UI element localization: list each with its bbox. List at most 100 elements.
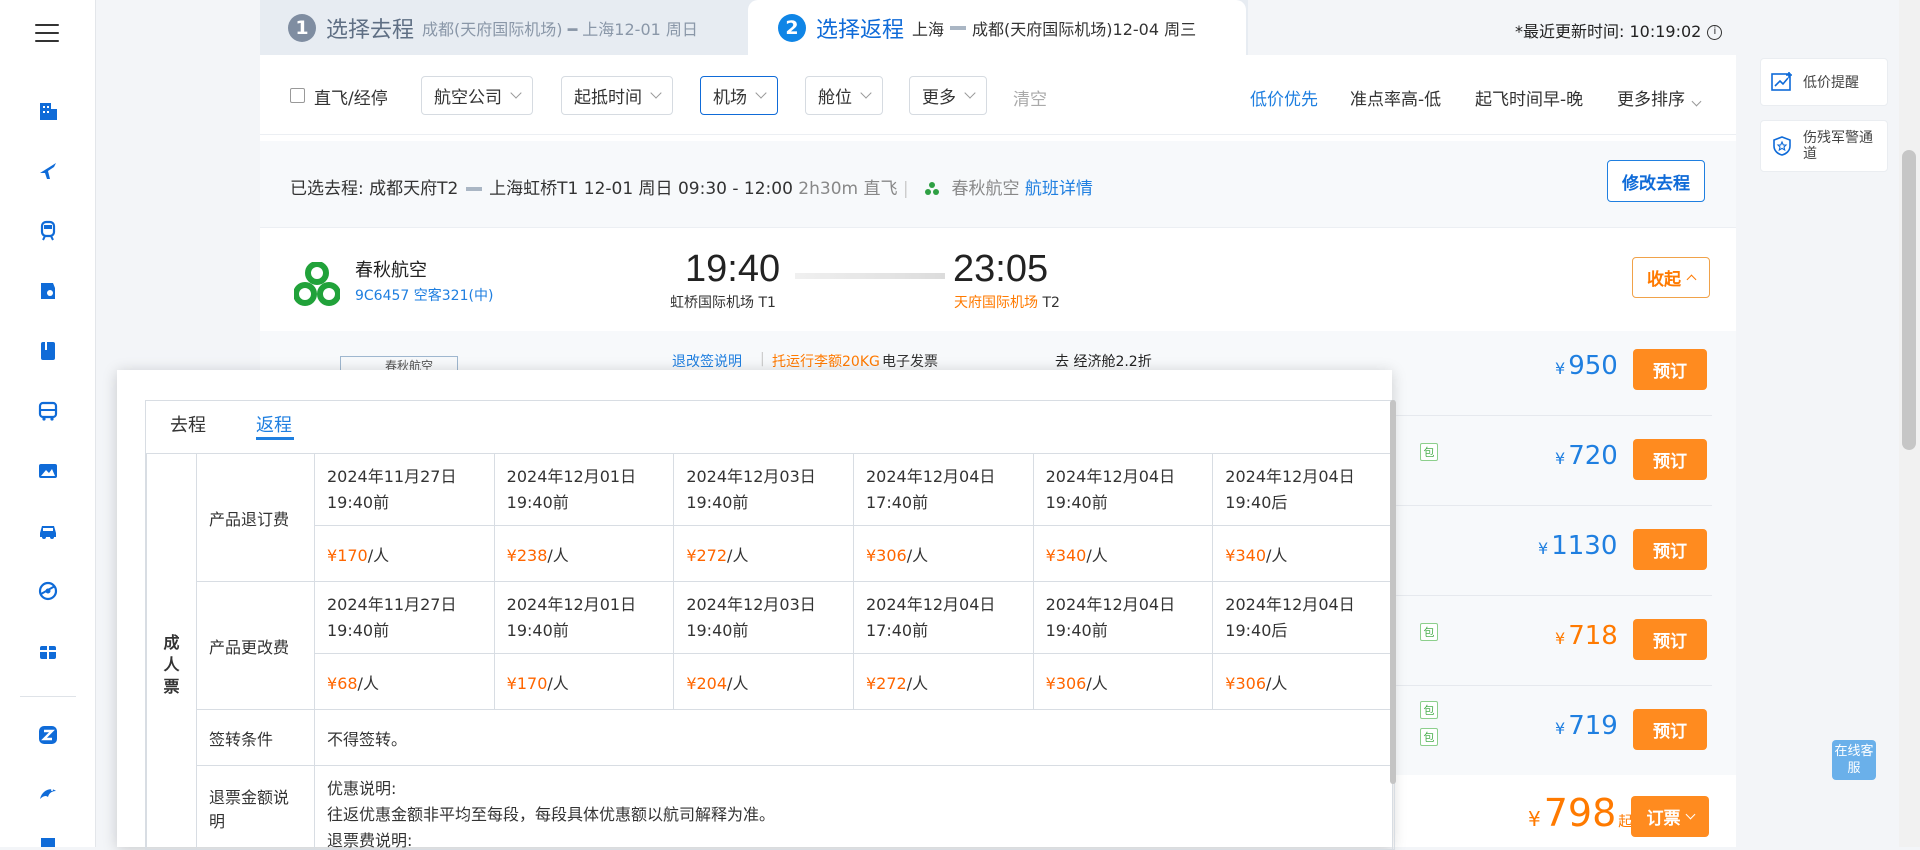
selected-outbound-text: 已选去程: 成都天府T2 上海虹桥T1 12-01 周日 09:30 - 12:… <box>290 174 1093 199</box>
clear-filters[interactable]: 清空 <box>1013 85 1047 110</box>
refund-fee: ¥340/人 <box>1033 526 1213 582</box>
popup-scrollbar[interactable] <box>1390 400 1396 784</box>
sort-more[interactable]: 更多排序 <box>1617 85 1700 110</box>
flight-number[interactable]: 9C6457 空客321(中) <box>355 285 493 305</box>
note-line: 往返优惠金额非平均至每段，每段具体优惠额以航司解释为准。 <box>327 802 1380 828</box>
row-divider <box>1370 415 1712 416</box>
more-filter[interactable]: 更多 <box>909 76 987 115</box>
step-one-number: 1 <box>288 14 316 42</box>
airline-filter[interactable]: 航空公司 <box>421 76 533 115</box>
book-button[interactable]: 预订 <box>1633 709 1707 750</box>
logo-peek: 春秋航空 <box>340 356 458 370</box>
selected-direct: 直飞 <box>864 179 898 199</box>
selected-airline: 春秋航空 <box>951 179 1019 199</box>
book-button[interactable]: 预订 <box>1633 619 1707 660</box>
step-two-route-origin: 上海 <box>912 16 944 40</box>
filter-bar: 直飞/经停 航空公司 起抵时间 机场 舱位 更多 清空 低价优先 准点率高-低 … <box>260 55 1736 135</box>
package-tag: 包 <box>1420 623 1438 641</box>
globe-icon[interactable] <box>35 578 61 604</box>
photo-icon[interactable] <box>35 458 61 484</box>
chevron-down-icon <box>510 87 521 98</box>
package-tag: 包 <box>1420 443 1438 461</box>
more-filter-label: 更多 <box>922 83 956 108</box>
package-tag: 包 <box>1420 728 1438 746</box>
spring-airlines-logo-icon <box>294 262 340 308</box>
last-updated: *最近更新时间: 10:19:02i <box>1515 18 1722 42</box>
info-icon[interactable]: i <box>1707 25 1722 40</box>
left-nav <box>0 0 96 847</box>
invoice-info[interactable]: 电子发票 <box>882 351 938 372</box>
row-divider <box>1370 595 1712 596</box>
menu-icon[interactable] <box>35 24 59 42</box>
selected-prefix: 已选去程: <box>290 179 364 199</box>
flight-icon[interactable] <box>35 158 61 184</box>
gift-icon[interactable] <box>35 638 61 664</box>
step-one[interactable]: 1 选择去程 成都(天府国际机场) ━ 上海12-01 周日 <box>288 0 698 55</box>
route-plane-icon <box>466 187 482 191</box>
ticket-icon[interactable] <box>35 278 61 304</box>
selected-route-detail: 上海虹桥T1 12-01 周日 09:30 - 12:00 <box>489 179 793 199</box>
fee-rules-panel: 去程 返程 成人票 产品退订费 2024年11月27日19:40前 2024年1… <box>145 400 1395 850</box>
book-button[interactable]: 预订 <box>1633 529 1707 570</box>
arrival-time: 23:05 <box>953 248 1048 291</box>
dolphin-icon[interactable] <box>35 782 61 808</box>
change-fee: ¥306/人 <box>1033 654 1213 710</box>
refund-time: 2024年11月27日19:40前 <box>315 454 495 526</box>
arrival-airport: 天府国际机场 T2 <box>954 292 1060 312</box>
change-fee: ¥170/人 <box>494 654 674 710</box>
tab-outbound[interactable]: 去程 <box>170 411 206 437</box>
time-filter[interactable]: 起抵时间 <box>561 76 673 115</box>
book-button[interactable]: 预订 <box>1633 349 1707 390</box>
airport-filter[interactable]: 机场 <box>700 76 778 115</box>
direct-checkbox[interactable] <box>290 88 305 103</box>
order-ticket-button[interactable]: 订票 <box>1631 796 1709 837</box>
sort-low-price[interactable]: 低价优先 <box>1250 85 1318 110</box>
tab-underline <box>256 437 294 440</box>
selected-outbound: 已选去程: 成都天府T2 上海虹桥T1 12-01 周日 09:30 - 12:… <box>260 141 1736 227</box>
step-two-title: 选择返程 <box>816 12 904 44</box>
time-filter-label: 起抵时间 <box>574 83 642 108</box>
refund-fee: ¥272/人 <box>674 526 854 582</box>
cabin-filter[interactable]: 舱位 <box>805 76 883 115</box>
military-channel-card[interactable]: 伤残军警通道 <box>1760 120 1888 172</box>
modify-outbound-button[interactable]: 修改去程 <box>1607 160 1705 202</box>
refund-fee: ¥306/人 <box>853 526 1033 582</box>
step-two[interactable]: 2 选择返程 上海 成都(天府国际机场)12-04 周三 <box>748 0 1246 55</box>
rules-link[interactable]: 退改签说明 <box>672 351 742 371</box>
sort-punctuality[interactable]: 准点率高-低 <box>1350 85 1441 110</box>
change-fee-label: 产品更改费 <box>197 582 315 710</box>
military-channel-label: 伤残军警通道 <box>1803 130 1883 162</box>
airline-filter-label: 航空公司 <box>434 83 502 108</box>
endorse-label: 签转条件 <box>197 710 315 766</box>
offer-price: ¥950 <box>1555 351 1618 381</box>
online-service-button[interactable]: 在线客服 <box>1832 740 1876 780</box>
refund-fee: ¥238/人 <box>494 526 674 582</box>
note-line: 优惠说明: <box>327 776 1380 802</box>
direct-checkbox-label[interactable]: 直飞/经停 <box>314 84 388 109</box>
refund-time: 2024年12月04日17:40前 <box>853 454 1033 526</box>
chevron-down-icon <box>860 87 871 98</box>
sort-departure[interactable]: 起飞时间早-晚 <box>1475 85 1583 110</box>
step-two-number: 2 <box>778 14 806 42</box>
collapse-label: 收起 <box>1647 265 1681 290</box>
car-icon[interactable] <box>35 518 61 544</box>
tab-return[interactable]: 返程 <box>256 411 292 437</box>
hotel-icon[interactable] <box>35 98 61 124</box>
more-nav-icon[interactable] <box>35 838 61 847</box>
bus-icon[interactable] <box>35 398 61 424</box>
page-scrollbar-thumb[interactable] <box>1902 150 1916 450</box>
train-icon[interactable] <box>35 218 61 244</box>
change-fee: ¥306/人 <box>1213 654 1393 710</box>
change-fee: ¥68/人 <box>315 654 495 710</box>
book-button[interactable]: 预订 <box>1633 439 1707 480</box>
flight-details-link[interactable]: 航班详情 <box>1025 179 1093 199</box>
airline-name: 春秋航空 <box>355 256 427 282</box>
flight-line <box>795 273 945 279</box>
collapse-button[interactable]: 收起 <box>1632 257 1710 298</box>
guide-icon[interactable] <box>35 338 61 364</box>
cabin-info: 去 经济舱2.2折 <box>1055 351 1152 371</box>
zhixing-icon[interactable] <box>35 722 61 748</box>
chevron-down-icon <box>650 87 661 98</box>
chevron-down-icon <box>1692 97 1702 107</box>
price-alert-card[interactable]: 低价提醒 <box>1760 58 1888 106</box>
